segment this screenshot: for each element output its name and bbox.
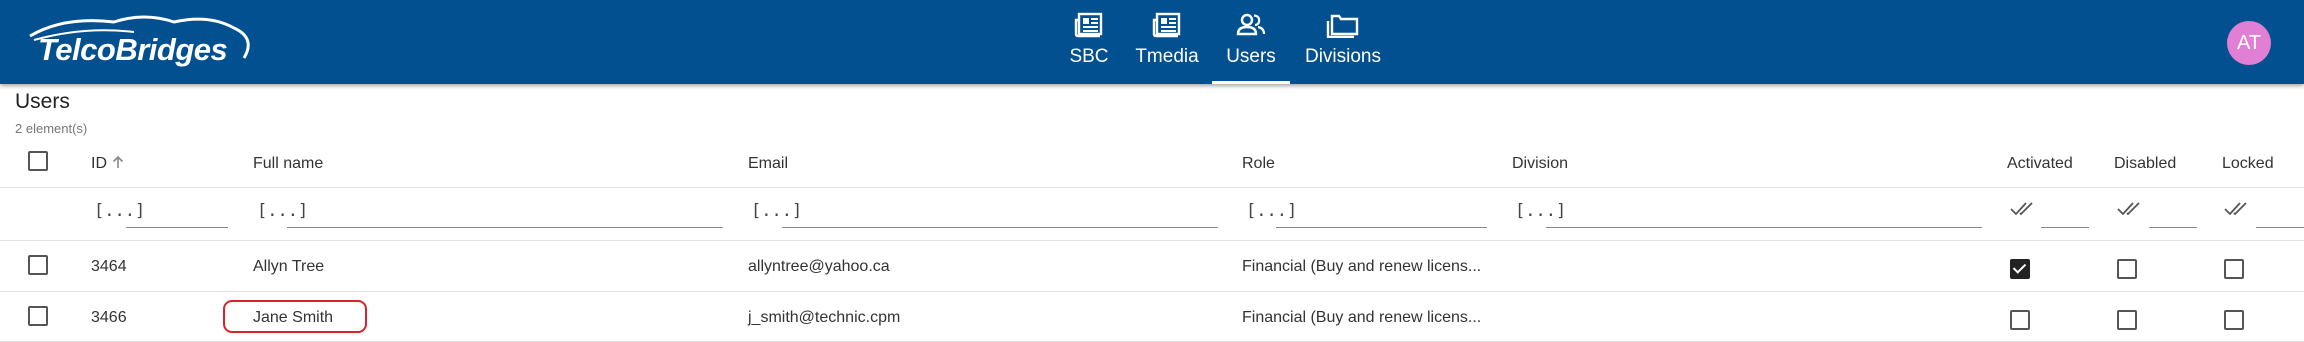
row-select-checkbox[interactable] <box>28 255 48 275</box>
cell-role: Financial (Buy and renew licens... <box>1242 309 1482 326</box>
active-tab-indicator <box>1212 81 1290 84</box>
filter-mode-icon[interactable]: [...] <box>94 201 145 221</box>
element-count: 2 element(s) <box>15 121 88 136</box>
locked-checkbox[interactable] <box>2224 259 2244 279</box>
double-check-filter-icon[interactable] <box>2010 200 2036 218</box>
filter-email-input[interactable] <box>782 227 1218 228</box>
filter-activated-input[interactable] <box>2041 227 2089 228</box>
nav-divisions[interactable]: Divisions <box>1304 0 1382 84</box>
users-icon <box>1236 13 1266 36</box>
nav-users[interactable]: Users <box>1212 0 1290 84</box>
cell-id: 3464 <box>91 258 127 275</box>
column-header-email[interactable]: Email <box>748 155 788 173</box>
page-title: Users <box>15 90 70 113</box>
filter-disabled-input[interactable] <box>2149 227 2197 228</box>
nav-label: Users <box>1226 46 1276 67</box>
column-header-activated[interactable]: Activated <box>2007 155 2073 173</box>
row-select-checkbox[interactable] <box>28 306 48 326</box>
top-bar: TelcoBridges SBC Tmedia Users Divisions … <box>0 0 2304 84</box>
column-header-disabled[interactable]: Disabled <box>2114 155 2176 173</box>
filter-mode-icon[interactable]: [...] <box>751 201 802 221</box>
filter-mode-icon[interactable]: [...] <box>257 201 308 221</box>
column-header-role[interactable]: Role <box>1242 155 1275 173</box>
filter-mode-icon[interactable]: [...] <box>1246 201 1297 221</box>
filter-full-name-input[interactable] <box>287 227 723 228</box>
nav-label: Divisions <box>1304 46 1382 67</box>
cell-role: Financial (Buy and renew licens... <box>1242 258 1482 275</box>
locked-checkbox[interactable] <box>2224 310 2244 330</box>
filter-mode-icon[interactable]: [...] <box>1515 201 1566 221</box>
disabled-checkbox[interactable] <box>2117 310 2137 330</box>
newspaper-icon <box>1152 12 1181 38</box>
cell-email: allyntree@yahoo.ca <box>748 258 890 275</box>
nav-tmedia[interactable]: Tmedia <box>1132 0 1202 84</box>
header-divider <box>0 187 2304 188</box>
double-check-filter-icon[interactable] <box>2117 200 2143 218</box>
disabled-checkbox[interactable] <box>2117 259 2137 279</box>
nav-label: Tmedia <box>1135 46 1199 67</box>
column-header-full-name[interactable]: Full name <box>253 155 323 173</box>
telcobridges-logo[interactable]: TelcoBridges <box>24 14 254 74</box>
nav-label: SBC <box>1069 46 1109 67</box>
select-all-checkbox[interactable] <box>28 151 48 171</box>
cell-full-name: Allyn Tree <box>253 258 325 275</box>
filter-divider <box>0 240 2304 241</box>
highlight-annotation <box>223 300 367 333</box>
row-divider <box>0 291 2304 292</box>
cell-email: j_smith@technic.cpm <box>748 309 901 326</box>
filter-id-input[interactable] <box>126 227 228 228</box>
column-header-label: ID <box>91 155 107 172</box>
logo-text: TelcoBridges <box>38 32 228 67</box>
column-header-locked[interactable]: Locked <box>2222 155 2274 173</box>
newspaper-icon <box>1074 12 1103 38</box>
activated-checkbox[interactable] <box>2010 310 2030 330</box>
cell-id: 3466 <box>91 309 127 326</box>
user-avatar[interactable]: AT <box>2227 21 2271 65</box>
sort-ascending-icon <box>113 155 124 168</box>
double-check-filter-icon[interactable] <box>2224 200 2250 218</box>
filter-locked-input[interactable] <box>2256 227 2304 228</box>
filter-division-input[interactable] <box>1546 227 1982 228</box>
folder-icon <box>1326 14 1359 38</box>
column-header-division[interactable]: Division <box>1512 155 1568 173</box>
filter-role-input[interactable] <box>1276 227 1487 228</box>
activated-checkbox[interactable] <box>2010 259 2030 279</box>
column-header-id[interactable]: ID <box>91 155 125 173</box>
nav-sbc[interactable]: SBC <box>1066 0 1112 84</box>
